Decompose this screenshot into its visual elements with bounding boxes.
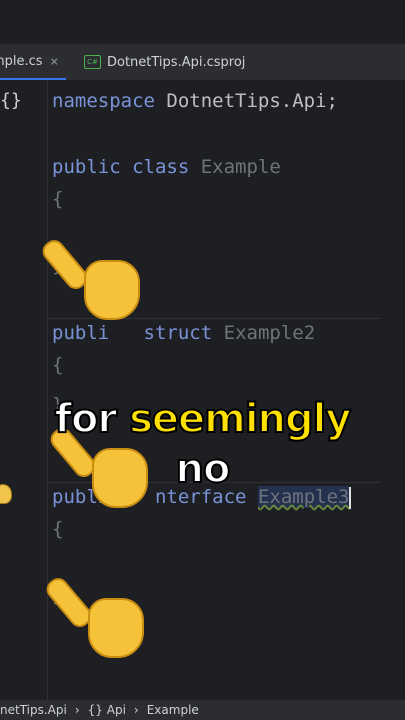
caption-word: no — [175, 445, 232, 493]
namespace-fold-icon[interactable]: {} — [0, 90, 22, 111]
gutter-divider — [47, 80, 48, 700]
keyword: publi — [52, 322, 110, 344]
brace-open: { — [52, 188, 64, 210]
caption-word-highlight: seemingly — [128, 395, 352, 443]
chevron-right-icon: › — [74, 703, 80, 717]
class-name: Example — [200, 156, 281, 178]
breadcrumb-project[interactable]: netTips.Api — [0, 703, 67, 717]
tab-csproj[interactable]: C# DotnetTips.Api.csproj — [84, 44, 245, 80]
close-tab-icon[interactable]: × — [50, 54, 58, 70]
brace-open: { — [52, 518, 64, 540]
pointing-hand-icon — [38, 230, 140, 320]
keyword: struct — [143, 322, 213, 344]
keyword: public class — [52, 156, 190, 178]
keyword: namespace — [52, 90, 155, 112]
pointing-hand-icon — [42, 568, 144, 658]
breadcrumb-namespace[interactable]: {} Api — [88, 703, 126, 717]
tab-label: mple.cs — [0, 53, 43, 69]
breadcrumb-class[interactable]: Example — [147, 703, 199, 717]
csharp-file-icon: C# — [84, 55, 101, 69]
tab-label: DotnetTips.Api.csproj — [107, 54, 246, 70]
caption-line-1: for seemingly — [0, 395, 405, 443]
caption-line-2: no — [0, 445, 405, 493]
namespace-name: DotnetTips.Api; — [166, 90, 338, 112]
code-line-namespace: namespace DotnetTips.Api; — [52, 90, 338, 112]
brace-open: { — [52, 354, 64, 376]
breadcrumb-bar: netTips.Api › {} Api › Example — [0, 700, 405, 720]
code-editor[interactable]: {} namespace DotnetTips.Api; public clas… — [0, 80, 405, 700]
chevron-right-icon: › — [133, 703, 139, 717]
struct-name: Example2 — [223, 322, 316, 344]
code-line-struct: publi struct Example2 — [52, 322, 315, 344]
editor-tab-bar: mple.cs × C# DotnetTips.Api.csproj — [0, 44, 405, 81]
code-line-class: public class Example — [52, 156, 281, 178]
caption-word: for — [54, 395, 119, 443]
